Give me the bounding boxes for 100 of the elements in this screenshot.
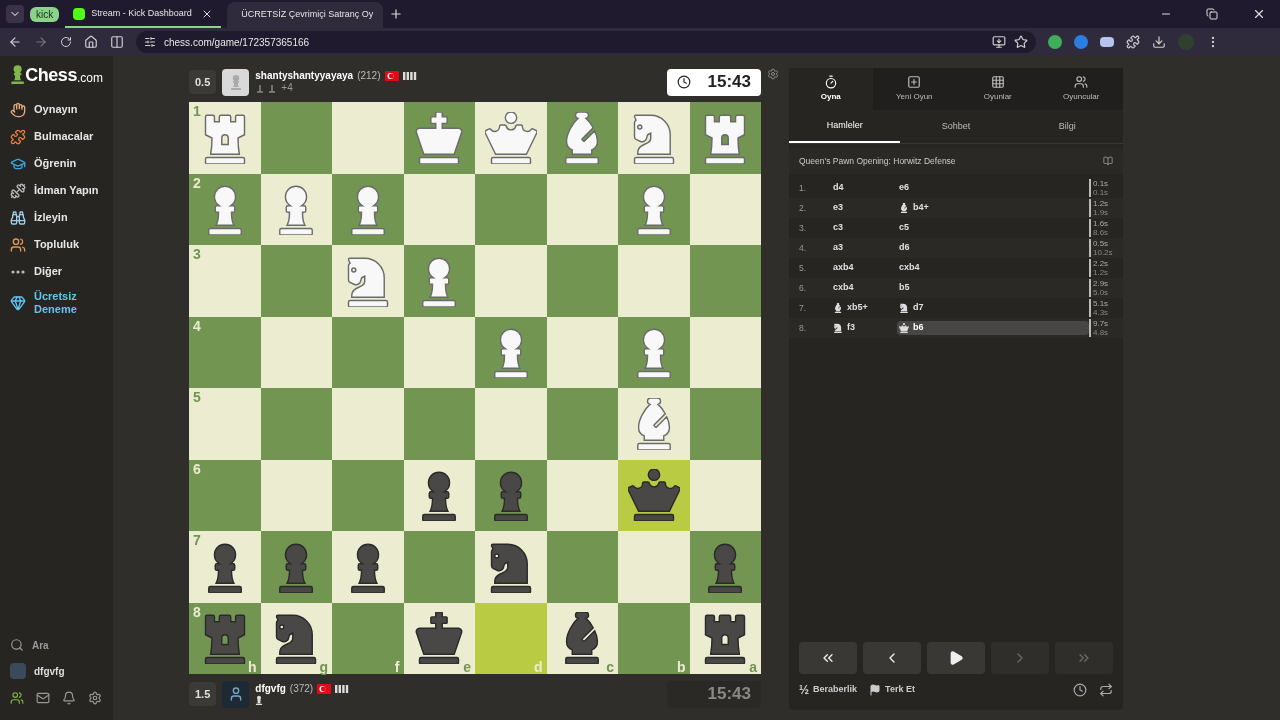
file-label: c xyxy=(606,660,614,674)
sidebar-item[interactable]: Topluluk xyxy=(10,231,103,258)
sidebar-item[interactable]: Öğrenin xyxy=(10,150,103,177)
move[interactable]: b4+ xyxy=(897,201,1089,215)
move[interactable]: a3 xyxy=(831,241,897,255)
bookmark-icon[interactable] xyxy=(1014,35,1028,49)
draw-button[interactable]: ½ Beraberlik xyxy=(799,681,858,699)
move-time: 8.6s xyxy=(1093,228,1110,237)
captured-pawn-icon xyxy=(255,695,264,706)
sidebar-item[interactable]: Oynayın xyxy=(10,96,103,123)
move-number: 2. xyxy=(799,201,808,215)
reload-icon[interactable] xyxy=(60,36,72,48)
settings-icon[interactable] xyxy=(88,691,102,705)
move[interactable]: cxb4 xyxy=(897,261,1089,275)
profile-item[interactable]: dfgvfg xyxy=(10,658,103,684)
friends-icon[interactable] xyxy=(10,691,24,705)
home-icon[interactable] xyxy=(84,35,98,49)
queen-piece-icon[interactable] xyxy=(484,111,537,164)
rank-label: 2 xyxy=(193,175,201,190)
flag-icon xyxy=(317,684,332,694)
queen-piece-icon[interactable] xyxy=(627,469,680,522)
flip-board-icon[interactable] xyxy=(1099,683,1113,697)
clock-icon[interactable] xyxy=(1073,683,1087,697)
move[interactable]: c3 xyxy=(831,221,897,235)
resign-button[interactable]: Terk Et xyxy=(869,683,915,697)
move-number: 1. xyxy=(799,181,808,195)
tab-search-button[interactable] xyxy=(6,5,24,23)
rank-label: 7 xyxy=(193,533,201,547)
address-bar[interactable]: chess.com/game/172357365166 xyxy=(136,31,1036,53)
sidebar-item[interactable]: Diğer xyxy=(10,258,103,285)
player-name[interactable]: dfgvfg xyxy=(255,682,286,696)
extension-icon[interactable] xyxy=(1048,35,1062,49)
move[interactable]: axb4 xyxy=(831,261,897,275)
new-tab-icon[interactable] xyxy=(389,7,404,21)
move[interactable]: d4 xyxy=(831,181,897,195)
board-square[interactable] xyxy=(332,531,404,603)
file-label: e xyxy=(463,660,471,674)
move[interactable]: d6 xyxy=(897,241,1089,255)
rank-label: 1 xyxy=(193,104,201,118)
move-number: 4. xyxy=(799,241,808,255)
back-icon[interactable] xyxy=(8,35,22,49)
rank-label: 5 xyxy=(193,390,201,404)
move-time: 10.2s xyxy=(1093,248,1114,257)
move-time: 2.9s xyxy=(1093,279,1110,288)
subtab[interactable]: Hamleler xyxy=(789,110,901,143)
extension-icon[interactable] xyxy=(1100,37,1114,47)
sidebar-item[interactable]: Bulmacalar xyxy=(10,123,103,150)
bell-icon[interactable] xyxy=(62,691,76,705)
move[interactable]: c5 xyxy=(897,221,1089,235)
first-button[interactable] xyxy=(799,642,857,674)
close-icon[interactable] xyxy=(1252,7,1266,21)
browser-tab[interactable]: ÜCRETSİZ Çevrimiçi Satranç Oy xyxy=(227,2,384,28)
subtab[interactable]: Sohbet xyxy=(900,110,1012,143)
move[interactable]: d7 xyxy=(897,301,1089,315)
flag-icon xyxy=(869,684,882,696)
move[interactable]: b6 xyxy=(897,321,1089,335)
book-icon[interactable] xyxy=(1103,156,1113,166)
extensions-icon[interactable] xyxy=(1126,35,1140,49)
panel-tab[interactable]: Yeni Oyun xyxy=(872,68,956,110)
sidebar-item[interactable]: Ücretsiz Deneme xyxy=(10,289,103,316)
board-square[interactable] xyxy=(403,459,475,531)
play-button[interactable] xyxy=(927,642,985,674)
player-name[interactable]: shantyshantyyayaya xyxy=(255,69,354,82)
panel-tab[interactable]: Oyuncular xyxy=(1039,68,1123,110)
tab-group-label[interactable]: kick xyxy=(30,6,60,22)
kick-logo-icon xyxy=(73,8,86,20)
chess-logo[interactable]: Chess.com xyxy=(10,64,103,84)
extension-icon[interactable] xyxy=(1074,35,1088,49)
logo-pawn-icon xyxy=(10,64,26,84)
move[interactable]: f3 xyxy=(831,321,897,335)
signal-icon xyxy=(402,71,417,80)
move-time: 1.2s xyxy=(1093,199,1110,208)
board-square[interactable] xyxy=(475,531,547,603)
settings-icon[interactable] xyxy=(767,68,779,80)
forward-icon[interactable] xyxy=(34,35,48,49)
player-rating: (372) xyxy=(289,682,314,696)
rank-label: 6 xyxy=(193,461,201,476)
move-time: 4.3s xyxy=(1093,308,1110,317)
file-label: a xyxy=(749,660,757,674)
download-icon[interactable] xyxy=(1152,35,1166,49)
sidebar-item[interactable]: İdman Yapın xyxy=(10,177,103,204)
move[interactable]: e6 xyxy=(897,181,1089,195)
restore-icon[interactable] xyxy=(1206,8,1218,20)
move-time: 5.0s xyxy=(1093,288,1110,297)
move-number: 8. xyxy=(799,321,808,335)
logo-suffix: .com xyxy=(77,72,103,84)
install-icon[interactable] xyxy=(992,35,1006,49)
site-settings-icon[interactable] xyxy=(144,36,156,48)
mail-icon[interactable] xyxy=(36,691,50,705)
move[interactable]: e3 xyxy=(831,201,897,215)
move[interactable]: cxb4 xyxy=(831,281,897,295)
clock-time: 15:43 xyxy=(707,71,751,94)
panel-tab[interactable]: Oyunlar xyxy=(956,68,1040,110)
move[interactable]: b5 xyxy=(897,281,1089,295)
subtab[interactable]: Bilgi xyxy=(1011,110,1123,143)
move[interactable]: xb5+ xyxy=(831,301,897,315)
board-square[interactable] xyxy=(618,459,690,531)
split-view-icon[interactable] xyxy=(110,35,124,49)
search-item[interactable]: Ara xyxy=(10,632,103,658)
sidebar-item[interactable]: İzleyin xyxy=(10,204,103,231)
